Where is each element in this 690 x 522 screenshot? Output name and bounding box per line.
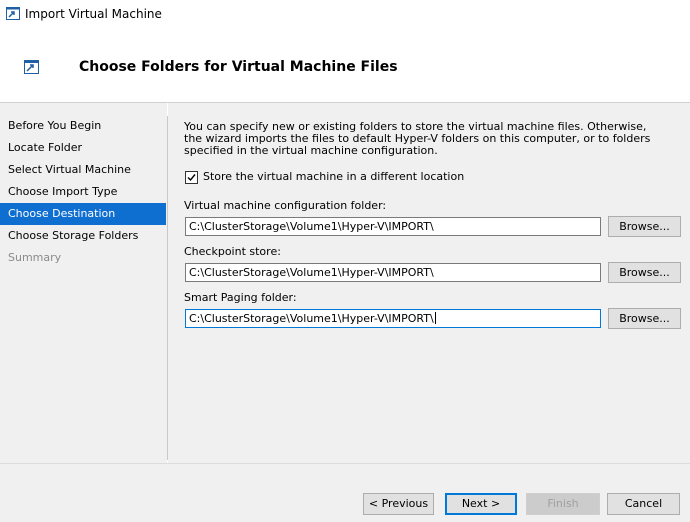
checkpoint-store-label: Checkpoint store: <box>184 245 281 258</box>
finish-button: Finish <box>526 493 600 515</box>
smart-paging-folder-input[interactable]: C:\ClusterStorage\Volume1\Hyper-V\IMPORT… <box>185 309 601 328</box>
sidebar-item-locate-folder[interactable]: Locate Folder <box>0 137 166 159</box>
sidebar-item-summary: Summary <box>8 251 62 264</box>
import-vm-icon <box>6 7 20 20</box>
wizard-steps-sidebar: Before You Begin Locate Folder Select Vi… <box>0 103 167 463</box>
browse-smart-paging-folder-button[interactable]: Browse... <box>608 308 681 329</box>
checkpoint-store-input[interactable]: C:\ClusterStorage\Volume1\Hyper-V\IMPORT… <box>185 263 601 282</box>
wizard-footer: < Previous Next > Finish Cancel <box>0 463 690 522</box>
main-content: You can specify new or existing folders … <box>168 103 690 463</box>
import-vm-icon <box>24 60 39 74</box>
wizard-header: Choose Folders for Virtual Machine Files <box>0 29 690 103</box>
page-title: Choose Folders for Virtual Machine Files <box>79 59 398 75</box>
previous-button[interactable]: < Previous <box>363 493 434 515</box>
sidebar-item-choose-destination[interactable]: Choose Destination <box>0 203 166 225</box>
smart-paging-folder-label: Smart Paging folder: <box>184 291 297 304</box>
sidebar-item-choose-storage-folders[interactable]: Choose Storage Folders <box>0 225 166 247</box>
vm-config-folder-input[interactable]: C:\ClusterStorage\Volume1\Hyper-V\IMPORT… <box>185 217 601 236</box>
browse-config-folder-button[interactable]: Browse... <box>608 216 681 237</box>
next-button[interactable]: Next > <box>445 493 517 515</box>
sidebar-item-before-you-begin[interactable]: Before You Begin <box>0 115 166 137</box>
window-title: Import Virtual Machine <box>25 7 162 21</box>
store-different-location-checkbox[interactable] <box>185 171 198 184</box>
checkmark-icon <box>187 174 196 182</box>
text-caret <box>434 312 436 324</box>
sidebar-item-select-virtual-machine[interactable]: Select Virtual Machine <box>0 159 166 181</box>
smart-paging-folder-value: C:\ClusterStorage\Volume1\Hyper-V\IMPORT… <box>189 312 434 325</box>
browse-checkpoint-store-button[interactable]: Browse... <box>608 262 681 283</box>
cancel-button[interactable]: Cancel <box>607 493 680 515</box>
checkbox-label[interactable]: Store the virtual machine in a different… <box>203 170 464 184</box>
vm-config-folder-label: Virtual machine configuration folder: <box>184 199 387 212</box>
sidebar-item-choose-import-type[interactable]: Choose Import Type <box>0 181 166 203</box>
description-text: You can specify new or existing folders … <box>184 120 651 157</box>
title-bar: Import Virtual Machine <box>0 0 690 29</box>
